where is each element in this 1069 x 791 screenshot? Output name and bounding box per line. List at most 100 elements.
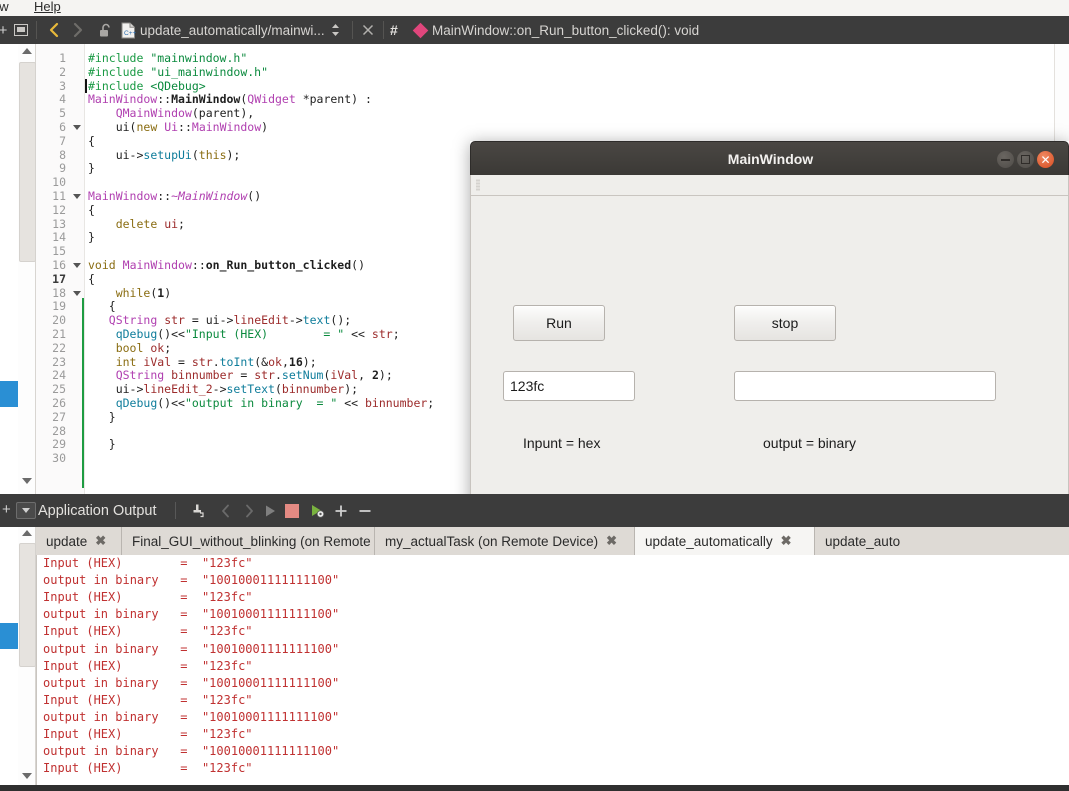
hex-input-field[interactable]: 123fc — [503, 371, 635, 401]
code-line[interactable]: bool ok; — [88, 341, 171, 355]
code-token: void — [88, 258, 116, 272]
attach-debugger-icon[interactable] — [186, 494, 208, 527]
code-line[interactable]: MainWindow::~MainWindow() — [88, 189, 261, 203]
left-plus-icon[interactable]: + — [2, 502, 11, 517]
code-token: setText — [226, 382, 275, 397]
scroll-down-arrow-2[interactable] — [22, 773, 32, 779]
code-line[interactable]: { — [88, 272, 95, 286]
code-token: this — [198, 147, 227, 162]
code-token: (); — [330, 313, 352, 328]
code-line[interactable]: QString binnumber = str.setNum(iVal, 2); — [88, 368, 393, 382]
code-line[interactable]: } — [88, 161, 95, 175]
run-icon[interactable] — [259, 494, 281, 527]
code-token: = — [171, 354, 192, 369]
code-line[interactable]: while(1) — [88, 286, 171, 300]
chevron-left-icon[interactable] — [42, 16, 66, 44]
diamond-icon — [410, 16, 430, 44]
fold-triangle-icon[interactable] — [73, 263, 81, 268]
code-token: ui-> — [88, 147, 144, 162]
binary-output-field[interactable] — [734, 371, 996, 401]
code-token: #include — [88, 51, 151, 65]
code-token: str — [371, 327, 393, 341]
code-line[interactable]: } — [88, 437, 116, 451]
tab-close-icon[interactable]: ✖ — [606, 533, 617, 549]
log-line: output in binary = "10010001111111100" — [43, 641, 340, 656]
tab-close-icon[interactable]: ✖ — [95, 533, 106, 549]
stop-button[interactable]: stop — [734, 305, 836, 341]
code-token: QWidget — [247, 92, 296, 107]
outer-vertical-scrollbar-bottom[interactable] — [18, 527, 36, 785]
current-symbol-name[interactable]: MainWindow::on_Run_button_clicked(): voi… — [432, 16, 699, 44]
application-output-log[interactable]: Input (HEX) = "123fc" output in binary = … — [36, 555, 1069, 785]
split-view-icon[interactable] — [10, 16, 32, 44]
code-line[interactable]: QString str = ui->lineEdit->text(); — [88, 313, 351, 327]
close-icon[interactable]: ✕ — [1037, 151, 1054, 168]
next-item-icon[interactable] — [238, 494, 260, 527]
close-icon[interactable] — [357, 16, 379, 44]
output-tab[interactable]: update_auto — [815, 527, 1069, 555]
code-line[interactable]: } — [88, 410, 116, 424]
unlock-icon[interactable] — [94, 16, 116, 44]
fold-triangle-icon[interactable] — [73, 290, 81, 296]
code-line[interactable]: #include "ui_mainwindow.h" — [88, 65, 268, 79]
minimize-icon[interactable] — [997, 151, 1014, 168]
code-line[interactable]: #include <QDebug> — [88, 79, 206, 93]
chevron-right-icon[interactable] — [66, 16, 90, 44]
run-settings-icon[interactable] — [306, 494, 328, 527]
scrollbar-thumb-2[interactable] — [19, 543, 36, 667]
menu-item-window[interactable]: ow — [0, 0, 9, 15]
prev-item-icon[interactable] — [214, 494, 236, 527]
plus-icon[interactable]: + — [0, 16, 10, 44]
dialog-titlebar[interactable]: MainWindow ✕ — [470, 141, 1069, 175]
scroll-up-arrow[interactable] — [22, 48, 32, 54]
updown-arrows-icon[interactable] — [326, 16, 344, 44]
scroll-down-arrow[interactable] — [22, 478, 32, 484]
code-line[interactable]: QMainWindow(parent), — [88, 106, 254, 120]
code-line[interactable]: MainWindow::MainWindow(QWidget *parent) … — [88, 92, 372, 106]
close-pane-icon[interactable] — [354, 494, 376, 527]
code-line[interactable]: qDebug()<<"Input (HEX) = " << str; — [88, 327, 400, 341]
scroll-up-arrow-2[interactable] — [22, 530, 32, 536]
code-line[interactable]: delete ui; — [88, 217, 185, 231]
menubar-grip-icon[interactable] — [476, 179, 480, 191]
code-line[interactable]: { — [88, 134, 95, 148]
stop-icon[interactable] — [281, 494, 303, 527]
code-line[interactable]: ui(new Ui::MainWindow) — [88, 120, 268, 134]
tab-close-icon[interactable]: ✖ — [781, 533, 792, 549]
outer-vertical-scrollbar-top[interactable] — [18, 44, 36, 494]
code-line[interactable]: void MainWindow::on_Run_button_clicked() — [88, 258, 365, 272]
line-number: 29 — [52, 437, 66, 452]
code-line[interactable]: { — [88, 299, 116, 313]
output-tab[interactable]: update ✖ — [36, 527, 122, 555]
fold-triangle-icon[interactable] — [73, 125, 81, 130]
log-line: output in binary = "10010001111111100" — [43, 675, 340, 690]
code-line[interactable]: ui->lineEdit_2->setText(binnumber); — [88, 382, 358, 396]
code-token: ; — [164, 340, 172, 355]
code-line[interactable]: qDebug()<<"output in binary = " << binnu… — [88, 396, 435, 410]
code-token: QMainWindow — [115, 106, 192, 121]
pane-toggle-button[interactable] — [16, 502, 36, 519]
mainwindow-dialog[interactable]: MainWindow ✕ Run stop 123fc Inpunt = hex… — [470, 141, 1069, 525]
hash-icon[interactable]: # — [390, 16, 398, 44]
dialog-menubar[interactable] — [471, 175, 1068, 196]
code-token: delete — [115, 216, 158, 231]
code-line[interactable]: } — [88, 230, 95, 244]
line-number: 14 — [52, 230, 66, 245]
run-button[interactable]: Run — [513, 305, 605, 341]
code-token: ~MainWindow — [171, 189, 248, 203]
scrollbar-thumb[interactable] — [19, 62, 36, 262]
output-tab[interactable]: my_actualTask (on Remote Device) ✖ — [375, 527, 635, 555]
code-line[interactable]: { — [88, 203, 95, 217]
open-file-name[interactable]: update_automatically/mainwi... — [140, 16, 325, 44]
fold-triangle-icon[interactable] — [73, 194, 81, 199]
maximize-pane-icon[interactable] — [330, 494, 352, 527]
maximize-icon[interactable] — [1017, 151, 1034, 168]
output-tab[interactable]: Final_GUI_without_blinking (on Remote De… — [122, 527, 439, 555]
code-line[interactable]: int iVal = str.toInt(&ok,16); — [88, 355, 317, 369]
code-token: #include — [88, 78, 151, 93]
menu-item-help[interactable]: Help — [34, 0, 61, 15]
output-tab[interactable]: update_automatically ✖ — [635, 527, 815, 555]
code-line[interactable]: #include "mainwindow.h" — [88, 51, 247, 65]
code-line[interactable]: ui->setupUi(this); — [88, 147, 241, 162]
